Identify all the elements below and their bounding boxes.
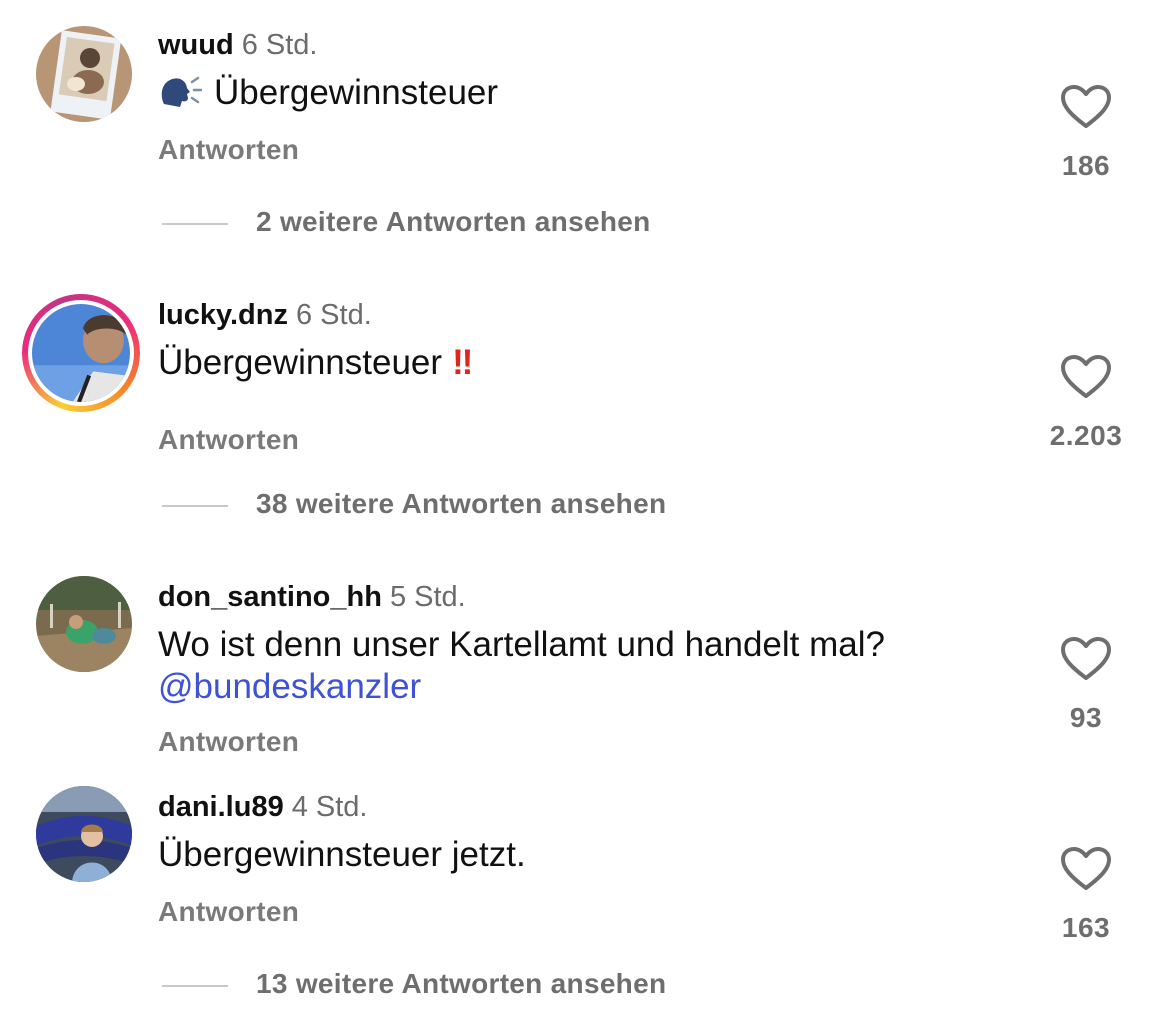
- avatar-image: [36, 26, 132, 122]
- avatar-image: [36, 576, 132, 672]
- avatar-story-ring[interactable]: [22, 294, 140, 412]
- username[interactable]: don_santino_hh: [158, 581, 382, 613]
- like-count: 163: [1061, 912, 1111, 943]
- reply-button[interactable]: Antworten: [158, 424, 299, 456]
- comment-body: Übergewinnsteuer: [158, 343, 443, 382]
- timestamp: 4 Std.: [291, 791, 368, 823]
- avatar-image: [32, 304, 130, 402]
- heart-outline-icon[interactable]: [1060, 354, 1112, 400]
- comment-text: Übergewinnsteuer jetzt.: [158, 834, 526, 876]
- username[interactable]: wuud: [158, 29, 234, 61]
- speaking-head-emoji-icon: [158, 74, 203, 120]
- timestamp: 6 Std.: [241, 29, 318, 61]
- reply-button[interactable]: Antworten: [158, 896, 299, 928]
- comment-body: Übergewinnsteuer jetzt.: [158, 835, 526, 874]
- divider: [162, 504, 228, 507]
- like-control: 93: [1026, 636, 1146, 734]
- comment-body: Wo ist denn unser Kartellamt und handelt…: [158, 625, 885, 664]
- view-more-replies[interactable]: 2 weitere Antworten ansehen: [162, 206, 651, 238]
- like-count: 186: [1061, 150, 1111, 181]
- comment-header: dani.lu89 4 Std.: [158, 790, 367, 824]
- avatar-image: [36, 786, 132, 882]
- divider: [162, 984, 228, 987]
- avatar[interactable]: [36, 576, 132, 672]
- like-control: 163: [1026, 846, 1146, 944]
- double-exclamation-emoji: ‼: [452, 343, 473, 382]
- comment-header: lucky.dnz 6 Std.: [158, 298, 372, 332]
- heart-outline-icon[interactable]: [1060, 846, 1112, 892]
- like-control: 2.203: [1026, 354, 1146, 452]
- comment-list: wuud 6 Std. Übergewinnsteuer Antworten 18…: [0, 0, 1170, 1025]
- timestamp: 5 Std.: [389, 581, 466, 613]
- username[interactable]: lucky.dnz: [158, 299, 288, 331]
- like-control: 186: [1026, 84, 1146, 182]
- view-more-replies-label: 2 weitere Antworten ansehen: [256, 206, 651, 237]
- comment-text: Wo ist denn unser Kartellamt und handelt…: [158, 624, 885, 666]
- timestamp: 6 Std.: [296, 299, 372, 331]
- view-more-replies[interactable]: 38 weitere Antworten ansehen: [162, 488, 666, 520]
- like-count: 2.203: [1049, 420, 1123, 451]
- comment-header: wuud 6 Std.: [158, 28, 317, 62]
- comment-text: Übergewinnsteuer: [158, 72, 498, 120]
- avatar[interactable]: [36, 786, 132, 882]
- reply-button[interactable]: Antworten: [158, 726, 299, 758]
- like-count: 93: [1069, 702, 1103, 733]
- view-more-replies-label: 38 weitere Antworten ansehen: [256, 488, 667, 519]
- view-more-replies[interactable]: 13 weitere Antworten ansehen: [162, 968, 666, 1000]
- view-more-replies-label: 13 weitere Antworten ansehen: [256, 968, 667, 999]
- username[interactable]: dani.lu89: [158, 791, 284, 823]
- mention-link[interactable]: @bundeskanzler: [158, 666, 421, 708]
- heart-outline-icon[interactable]: [1060, 84, 1112, 130]
- heart-outline-icon[interactable]: [1060, 636, 1112, 682]
- comment-text: Übergewinnsteuer ‼: [158, 342, 473, 384]
- reply-button[interactable]: Antworten: [158, 134, 299, 166]
- comment-body: Übergewinnsteuer: [214, 73, 499, 112]
- avatar[interactable]: [36, 26, 132, 122]
- comment-header: don_santino_hh 5 Std.: [158, 580, 466, 614]
- divider: [162, 222, 228, 225]
